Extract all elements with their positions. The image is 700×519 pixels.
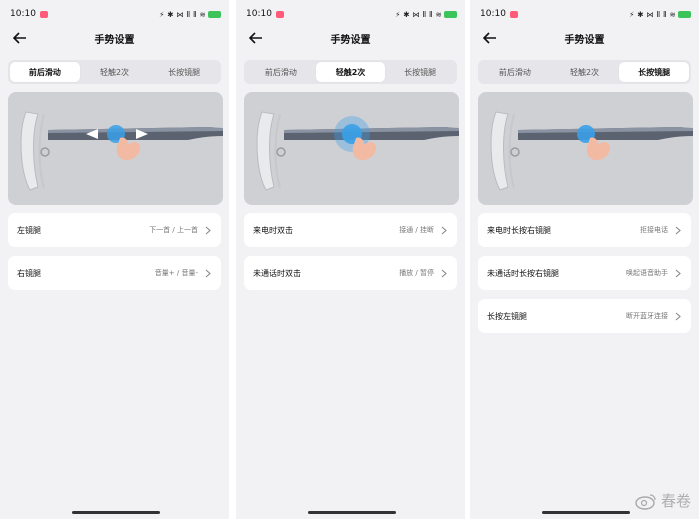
phone-screen-swipe: 10:10 ⚡ ✱ ⋈ Ⅱ Ⅱ ≋ 手势设置 前后滑动 轻触2次 长按镜腿 左镜… xyxy=(0,0,229,519)
battery-icon xyxy=(444,10,457,18)
tab-swipe[interactable]: 前后滑动 xyxy=(480,62,550,82)
watermark-text: 春卷 xyxy=(660,492,691,510)
notification-icon xyxy=(275,10,284,18)
glasses-illustration xyxy=(256,111,459,191)
tab-long-press[interactable]: 长按镜腿 xyxy=(149,62,219,82)
glasses-illustration xyxy=(20,111,223,191)
home-indicator[interactable] xyxy=(308,511,396,514)
glasses-illustration xyxy=(490,111,693,191)
gesture-preview-image xyxy=(8,92,223,205)
status-icons: ⚡ ✱ ⋈ Ⅱ Ⅱ ≋ xyxy=(159,9,206,19)
phone-screen-long-press: 10:10 ⚡ ✱ ⋈ Ⅱ Ⅱ ≋ 手势设置 前后滑动 轻触2次 长按镜腿 来电… xyxy=(470,0,699,519)
row-label: 来电时双击 xyxy=(253,225,293,235)
row-value: 音量+ / 音量- xyxy=(154,269,198,277)
weibo-logo-icon xyxy=(635,493,656,510)
chevron-right-icon xyxy=(674,311,682,321)
row-label: 来电时长按右镜腿 xyxy=(487,225,551,235)
setting-row-double-tap-idle[interactable]: 未通话时双击 播放 / 暂停 xyxy=(244,256,457,290)
row-value: 下一首 / 上一首 xyxy=(149,226,198,234)
gesture-tabs: 前后滑动 轻触2次 长按镜腿 xyxy=(478,60,691,84)
setting-row-double-tap-call[interactable]: 来电时双击 接通 / 挂断 xyxy=(244,213,457,247)
gesture-preview-image xyxy=(478,92,693,205)
row-value: 播放 / 暂停 xyxy=(399,269,434,277)
tab-swipe[interactable]: 前后滑动 xyxy=(246,62,316,82)
page-title: 手势设置 xyxy=(564,35,605,46)
screenshot-collage: 10:10 ⚡ ✱ ⋈ Ⅱ Ⅱ ≋ 手势设置 前后滑动 轻触2次 长按镜腿 左镜… xyxy=(0,0,700,519)
row-value: 断开蓝牙连接 xyxy=(626,312,668,320)
tab-double-tap[interactable]: 轻触2次 xyxy=(550,62,620,82)
row-label: 未通话时双击 xyxy=(253,268,301,278)
row-value: 唤起语音助手 xyxy=(626,269,668,277)
gesture-tabs: 前后滑动 轻触2次 长按镜腿 xyxy=(8,60,221,84)
chevron-right-icon xyxy=(674,268,682,278)
chevron-right-icon xyxy=(440,225,448,235)
setting-row-long-press-call[interactable]: 来电时长按右镜腿 拒接电话 xyxy=(478,213,691,247)
page-title: 手势设置 xyxy=(330,35,371,46)
status-time: 10:10 xyxy=(10,9,36,19)
status-time: 10:10 xyxy=(480,9,506,19)
page-title: 手势设置 xyxy=(94,35,135,46)
row-value: 拒接电话 xyxy=(640,226,668,234)
chevron-right-icon xyxy=(674,225,682,235)
battery-icon xyxy=(208,10,221,18)
status-bar: 10:10 ⚡ ✱ ⋈ Ⅱ Ⅱ ≋ xyxy=(480,7,691,21)
notification-icon xyxy=(39,10,48,18)
tab-double-tap[interactable]: 轻触2次 xyxy=(315,62,386,82)
status-bar: 10:10 ⚡ ✱ ⋈ Ⅱ Ⅱ ≋ xyxy=(246,7,457,21)
row-label: 未通话时长按右镜腿 xyxy=(487,268,559,278)
setting-row-left-temple[interactable]: 左镜腿 下一首 / 上一首 xyxy=(8,213,221,247)
status-icons: ⚡ ✱ ⋈ Ⅱ Ⅱ ≋ xyxy=(395,9,442,19)
row-value: 接通 / 挂断 xyxy=(399,226,434,234)
row-label: 左镜腿 xyxy=(17,225,41,235)
status-icons: ⚡ ✱ ⋈ Ⅱ Ⅱ ≋ xyxy=(629,9,676,19)
gesture-preview-image xyxy=(244,92,459,205)
chevron-right-icon xyxy=(204,225,212,235)
status-time: 10:10 xyxy=(246,9,272,19)
row-label: 长按左镜腿 xyxy=(487,311,527,321)
tab-long-press[interactable]: 长按镜腿 xyxy=(619,62,690,82)
chevron-right-icon xyxy=(440,268,448,278)
home-indicator[interactable] xyxy=(542,511,630,514)
status-bar: 10:10 ⚡ ✱ ⋈ Ⅱ Ⅱ ≋ xyxy=(10,7,221,21)
setting-row-right-temple[interactable]: 右镜腿 音量+ / 音量- xyxy=(8,256,221,290)
battery-icon xyxy=(678,10,691,18)
home-indicator[interactable] xyxy=(72,511,160,514)
setting-row-long-press-left[interactable]: 长按左镜腿 断开蓝牙连接 xyxy=(478,299,691,333)
notification-icon xyxy=(509,10,518,18)
title-bar: 手势设置 xyxy=(236,28,465,50)
watermark: 春卷 xyxy=(635,490,691,511)
title-bar: 手势设置 xyxy=(0,28,229,50)
setting-row-long-press-idle[interactable]: 未通话时长按右镜腿 唤起语音助手 xyxy=(478,256,691,290)
tab-double-tap[interactable]: 轻触2次 xyxy=(80,62,150,82)
row-label: 右镜腿 xyxy=(17,268,41,278)
phone-screen-double-tap: 10:10 ⚡ ✱ ⋈ Ⅱ Ⅱ ≋ 手势设置 前后滑动 轻触2次 长按镜腿 来电… xyxy=(236,0,465,519)
tab-swipe[interactable]: 前后滑动 xyxy=(10,62,80,82)
tab-long-press[interactable]: 长按镜腿 xyxy=(385,62,455,82)
chevron-right-icon xyxy=(204,268,212,278)
gesture-tabs: 前后滑动 轻触2次 长按镜腿 xyxy=(244,60,457,84)
title-bar: 手势设置 xyxy=(470,28,699,50)
